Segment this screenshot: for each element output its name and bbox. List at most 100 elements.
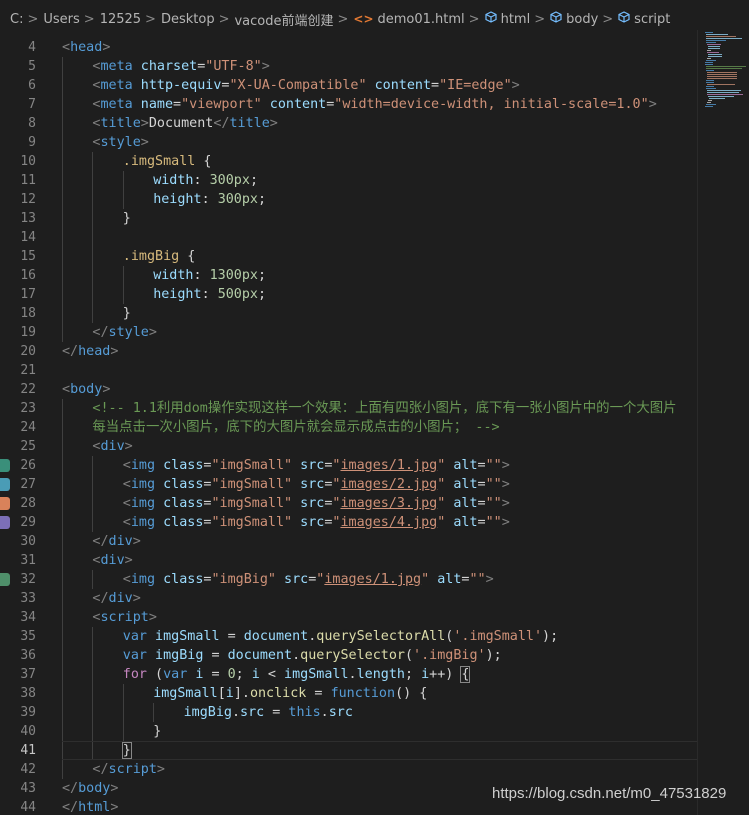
code-line[interactable]: 18} (0, 304, 697, 323)
code-line[interactable]: 42 </script> (0, 760, 697, 779)
code-line[interactable]: 6 <meta http-equiv="X-UA-Compatible" cont… (0, 76, 697, 95)
code-token: var (122, 648, 147, 663)
code-line[interactable]: 25 <div> (0, 437, 697, 456)
breadcrumb-item[interactable]: html (501, 12, 531, 27)
code-text: <title>Document</title> (92, 114, 277, 133)
breadcrumb-item[interactable]: body (566, 12, 598, 27)
breadcrumb-item[interactable]: demo01.html (378, 12, 465, 27)
minimap-line (705, 32, 713, 33)
code-token: . (292, 648, 301, 663)
html-file-icon: <> (353, 12, 374, 26)
code-line[interactable]: 8 <title>Document</title> (0, 114, 697, 133)
code-line[interactable]: 36 var imgBig = document.querySelector('.… (0, 646, 697, 665)
code-editor[interactable]: 4 <head> 5 <meta charset="UTF-8"> 6 <meta htt… (0, 38, 697, 815)
code-token: = (477, 458, 486, 473)
breadcrumb-item[interactable]: Desktop (161, 12, 215, 27)
code-token: "UTF-8" (205, 59, 262, 74)
code-token: "viewport" (181, 97, 262, 112)
code-line[interactable]: 38 imgSmall[i].onclick = function() { (0, 684, 697, 703)
code-token: > (124, 439, 133, 454)
code-line[interactable]: 17 height: 500px; (0, 285, 697, 304)
minimap-line (706, 68, 742, 69)
line-number: 37 (20, 667, 36, 682)
indent-guide (62, 171, 63, 190)
code-line[interactable]: 11 width: 300px; (0, 171, 697, 190)
code-token: images/1.jpg (340, 458, 438, 473)
breadcrumb-item[interactable]: C: (10, 12, 23, 27)
line-number: 25 (20, 439, 36, 454)
code-line[interactable]: 9 <style> (0, 133, 697, 152)
breadcrumb-item[interactable]: script (634, 12, 670, 27)
code-token: > (102, 40, 111, 55)
code-token: > (269, 116, 278, 131)
code-line[interactable]: 14 (0, 228, 697, 247)
indent-guide (62, 190, 63, 209)
code-line[interactable]: 28 <img class="imgSmall" src="images/3.jp… (0, 494, 697, 513)
code-line[interactable]: 21 (0, 361, 697, 380)
code-text: <meta name="viewport" content="width=dev… (92, 95, 656, 114)
minimap-line (705, 64, 713, 65)
code-line[interactable]: 34 <script> (0, 608, 697, 627)
code-line[interactable]: 26 <img class="imgSmall" src="images/1.jp… (0, 456, 697, 475)
code-line[interactable]: 20 </head> (0, 342, 697, 361)
code-line[interactable]: 16 width: 1300px; (0, 266, 697, 285)
code-token: > (110, 800, 119, 815)
code-token: class (163, 477, 204, 492)
indent-guide (92, 703, 94, 722)
code-line[interactable]: 12 height: 300px; (0, 190, 697, 209)
minimap-line (705, 62, 713, 63)
indent-guide (62, 418, 63, 437)
code-token: src (284, 572, 309, 587)
code-line[interactable]: 30 </div> (0, 532, 697, 551)
breadcrumb-item[interactable]: 12525 (100, 12, 141, 27)
code-line[interactable]: 23 <!-- 1.1利用dom操作实现这样一个效果：上面有四张小图片，底下有一张… (0, 399, 697, 418)
line-number: 26 (20, 458, 36, 473)
code-line[interactable]: 35 var imgSmall = document.querySelectorA… (0, 627, 697, 646)
code-token: > (110, 781, 119, 796)
line-number: 6 (28, 78, 36, 93)
indent-guide (62, 114, 63, 133)
code-token: = (477, 477, 486, 492)
code-line[interactable]: 29 <img class="imgSmall" src="images/4.jp… (0, 513, 697, 532)
code-token: > (140, 135, 149, 150)
code-line[interactable]: 19 </style> (0, 323, 697, 342)
code-line[interactable]: 39 imgBig.src = this.src (0, 703, 697, 722)
code-line[interactable]: 27 <img class="imgSmall" src="images/2.jp… (0, 475, 697, 494)
minimap-line (706, 42, 716, 43)
code-token: length (356, 667, 405, 682)
line-number: 28 (20, 496, 36, 511)
breadcrumb-item[interactable]: Users (43, 12, 79, 27)
code-line[interactable]: 4 <head> (0, 38, 697, 57)
code-line[interactable]: 22 <body> (0, 380, 697, 399)
code-token: style (100, 135, 141, 150)
code-line[interactable]: 10 .imgSmall { (0, 152, 697, 171)
code-line[interactable]: 37 for (var i = 0; i < imgSmall.length; i… (0, 665, 697, 684)
indent-guide (62, 741, 63, 760)
code-token: } (121, 742, 132, 759)
indent-guide (153, 703, 155, 722)
indent-guide (122, 266, 124, 285)
code-text: </style> (92, 323, 157, 342)
code-line[interactable]: 5 <meta charset="UTF-8"> (0, 57, 697, 76)
breadcrumb-item[interactable]: vacode前端创建 (234, 10, 333, 29)
code-line[interactable]: 41} (0, 741, 697, 760)
code-text: } (121, 741, 132, 760)
code-token: = (431, 78, 440, 93)
code-line[interactable]: 32 <img class="imgBig" src="images/1.jpg"… (0, 570, 697, 589)
code-line[interactable]: 24 每当点击一次小图片，底下的大图片就会显示成点击的小图片； --> (0, 418, 697, 437)
minimap-line (707, 84, 735, 85)
code-line[interactable]: 15 .imgBig { (0, 247, 697, 266)
code-text: </html> (62, 798, 118, 815)
indent-guide (62, 722, 63, 741)
code-line[interactable]: 40} (0, 722, 697, 741)
minimap-line (706, 38, 742, 39)
breadcrumb-separator: > (27, 11, 39, 27)
code-line[interactable]: 33 </div> (0, 589, 697, 608)
code-token: http-equiv (140, 78, 222, 93)
code-token: ); (542, 629, 559, 644)
code-line[interactable]: 13} (0, 209, 697, 228)
code-line[interactable]: 31 <div> (0, 551, 697, 570)
minimap[interactable] (697, 30, 749, 815)
code-token: 1300px (209, 268, 258, 283)
code-line[interactable]: 7 <meta name="viewport" content="width=de… (0, 95, 697, 114)
